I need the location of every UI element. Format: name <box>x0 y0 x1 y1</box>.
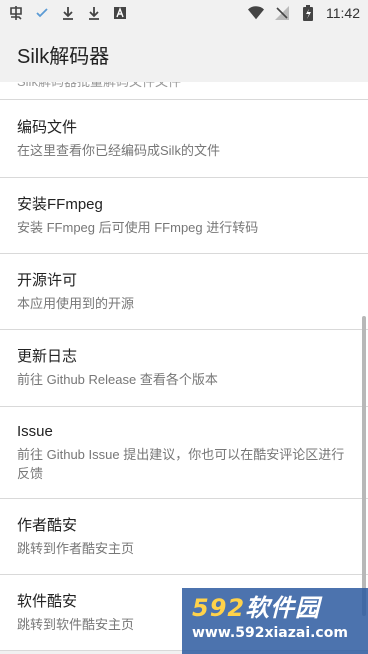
app-screen: 11:42 Silk解码器 Silk解码器批量解码文件文件 编码文件 在这里查看… <box>0 0 368 654</box>
list-item-title: 更新日志 <box>17 348 78 365</box>
watermark-brand: 592软件园 <box>192 594 360 622</box>
app-bar: Silk解码器 <box>0 26 368 82</box>
check-icon <box>34 5 50 21</box>
list-item-title: 编码文件 <box>17 118 78 136</box>
list-item-subtitle: 本应用使用到的开源 <box>17 295 135 311</box>
no-signal-icon <box>274 5 290 21</box>
status-time: 11:42 <box>326 5 360 21</box>
list-item-subtitle: 安装 FFmpeg 后可使用 FFmpeg 进行转码 <box>17 219 259 235</box>
list-item-title: Issue <box>17 423 53 440</box>
status-bar: 11:42 <box>0 0 368 26</box>
app-notification-icon <box>8 5 24 21</box>
font-icon <box>112 5 128 21</box>
list-item-title: 开源许可 <box>17 271 78 289</box>
list-item-title: 安装FFmpeg <box>17 195 103 213</box>
download-icon <box>60 5 76 21</box>
status-bar-left <box>8 5 128 21</box>
watermark: 592软件园 www.592xiazai.com <box>182 588 368 654</box>
list-item-open-source-licenses[interactable]: 开源许可 本应用使用到的开源 <box>0 254 368 330</box>
list-item-subtitle: 在这里查看你已经编码成Silk的文件 <box>17 142 220 158</box>
watermark-brand-text: 软件园 <box>245 594 321 622</box>
watermark-brand-number: 592 <box>192 594 246 622</box>
list-item-issue[interactable]: Issue 前往 Github Issue 提出建议，你也可以在酷安评论区进行反… <box>0 407 368 499</box>
app-title: Silk解码器 <box>17 45 110 68</box>
list-item-author-coolapk[interactable]: 作者酷安 跳转到作者酷安主页 <box>0 499 368 575</box>
status-bar-right: 11:42 <box>248 5 360 21</box>
scrollbar[interactable] <box>362 316 366 616</box>
list-item-changelog[interactable]: 更新日志 前往 Github Release 查看各个版本 <box>0 330 368 407</box>
list-item-subtitle: 前往 Github Release 查看各个版本 <box>17 372 218 387</box>
list-item-title: 作者酷安 <box>17 516 78 534</box>
list-item-subtitle: 跳转到作者酷安主页 <box>17 540 135 556</box>
list-item-encoded-files[interactable]: 编码文件 在这里查看你已经编码成Silk的文件 <box>0 100 368 178</box>
list-item-install-ffmpeg[interactable]: 安装FFmpeg 安装 FFmpeg 后可使用 FFmpeg 进行转码 <box>0 178 368 254</box>
list-item-subtitle: 前往 Github Issue 提出建议，你也可以在酷安评论区进行反馈 <box>17 447 345 481</box>
watermark-url: www.592xiazai.com <box>192 625 348 641</box>
download-icon <box>86 5 102 21</box>
battery-charging-icon <box>300 5 316 21</box>
settings-list[interactable]: Silk解码器批量解码文件文件 编码文件 在这里查看你已经编码成Silk的文件 … <box>0 26 368 654</box>
settings-list-content: Silk解码器批量解码文件文件 编码文件 在这里查看你已经编码成Silk的文件 … <box>0 64 368 651</box>
wifi-icon <box>248 5 264 21</box>
